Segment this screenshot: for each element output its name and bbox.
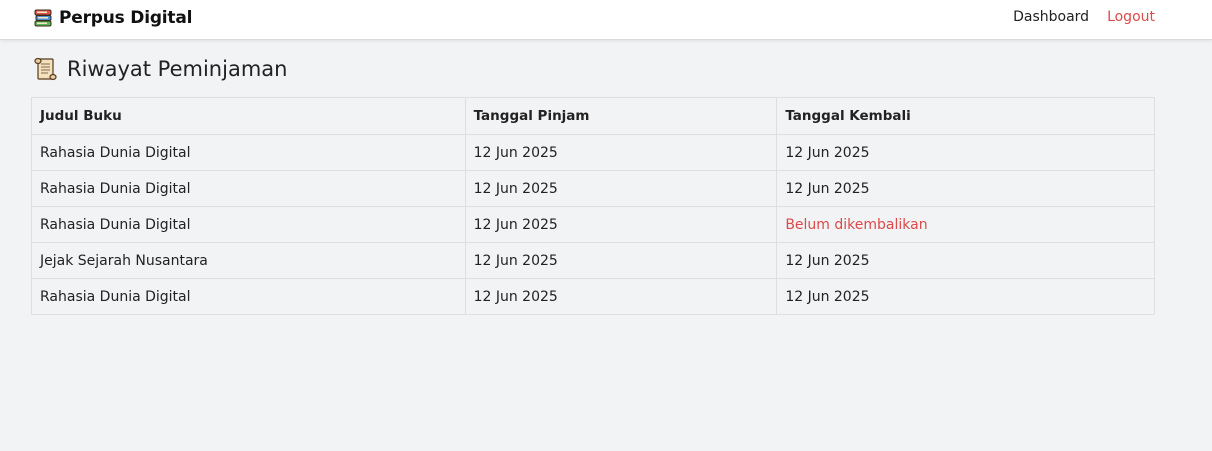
table-row: Rahasia Dunia Digital 12 Jun 2025 12 Jun…	[31, 170, 1155, 207]
cell-pinjam: 12 Jun 2025	[464, 206, 778, 243]
cell-pinjam: 12 Jun 2025	[464, 134, 778, 171]
table-header-row: Judul Buku Tanggal Pinjam Tanggal Kembal…	[31, 97, 1155, 135]
cell-pinjam: 12 Jun 2025	[464, 170, 778, 207]
navbar: Perpus Digital Dashboard Logout	[0, 0, 1212, 40]
table-row: Rahasia Dunia Digital 12 Jun 2025 12 Jun…	[31, 278, 1155, 315]
table-row: Rahasia Dunia Digital 12 Jun 2025 12 Jun…	[31, 134, 1155, 171]
cell-kembali: 12 Jun 2025	[776, 134, 1155, 171]
cell-kembali: 12 Jun 2025	[776, 242, 1155, 279]
header-tanggal-kembali: Tanggal Kembali	[776, 97, 1155, 135]
cell-judul: Rahasia Dunia Digital	[31, 134, 466, 171]
cell-judul: Rahasia Dunia Digital	[31, 170, 466, 207]
table-row: Jejak Sejarah Nusantara 12 Jun 2025 12 J…	[31, 242, 1155, 279]
nav-link-dashboard[interactable]: Dashboard	[1013, 9, 1089, 25]
books-icon	[33, 8, 53, 28]
cell-judul: Rahasia Dunia Digital	[31, 206, 466, 243]
header-judul-buku: Judul Buku	[31, 97, 466, 135]
header-tanggal-pinjam: Tanggal Pinjam	[464, 97, 778, 135]
cell-pinjam: 12 Jun 2025	[464, 242, 778, 279]
cell-kembali: 12 Jun 2025	[776, 170, 1155, 207]
brand-title: Perpus Digital	[59, 8, 193, 28]
scroll-icon	[33, 56, 59, 82]
page-header: Riwayat Peminjaman	[33, 56, 287, 82]
history-table-wrapper: Judul Buku Tanggal Pinjam Tanggal Kembal…	[31, 97, 1155, 315]
brand[interactable]: Perpus Digital	[33, 6, 192, 30]
cell-kembali: 12 Jun 2025	[776, 278, 1155, 315]
page-title: Riwayat Peminjaman	[67, 57, 288, 81]
nav-links: Dashboard Logout	[1013, 9, 1155, 25]
nav-link-logout[interactable]: Logout	[1107, 9, 1155, 25]
cell-judul: Rahasia Dunia Digital	[31, 278, 466, 315]
cell-pinjam: 12 Jun 2025	[464, 278, 778, 315]
table-row: Rahasia Dunia Digital 12 Jun 2025 Belum …	[31, 206, 1155, 243]
history-table: Judul Buku Tanggal Pinjam Tanggal Kembal…	[31, 97, 1155, 315]
cell-judul: Jejak Sejarah Nusantara	[31, 242, 466, 279]
cell-kembali-not-returned: Belum dikembalikan	[776, 206, 1155, 243]
